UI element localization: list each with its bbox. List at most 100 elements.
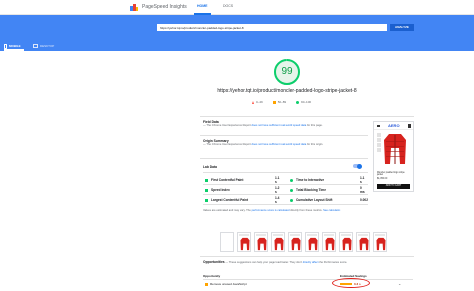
filmstrip-frame bbox=[322, 232, 336, 252]
metric-cls: Cumulative Layout Shift 0.002 bbox=[290, 198, 368, 202]
divider bbox=[203, 204, 368, 205]
calculator-link[interactable]: See calculator. bbox=[323, 209, 341, 212]
origin-summary-desc: — The Chrome User Experience Report bbox=[203, 143, 251, 146]
legend-poor: 0–49 bbox=[252, 100, 263, 104]
tab-desktop-label: DESKTOP bbox=[40, 44, 55, 48]
filmstrip-frame bbox=[356, 232, 370, 252]
metric-tbt: Total Blocking Time 0 ms bbox=[290, 186, 365, 194]
metric-name: First Contentful Paint bbox=[211, 178, 244, 182]
good-square-icon bbox=[205, 198, 208, 202]
note-text-end: directly from these metrics. bbox=[290, 209, 323, 212]
legend-good: 90–100 bbox=[296, 100, 311, 104]
good-circle-icon bbox=[290, 198, 293, 202]
preview-price: $1,050.00 bbox=[377, 178, 388, 180]
metric-speed-index: Speed Index 1.2 s bbox=[205, 186, 279, 194]
preview-add-to-cart: ADD TO CART bbox=[377, 184, 410, 189]
average-square-icon bbox=[205, 283, 208, 286]
opportunities-title: Opportunities bbox=[203, 260, 225, 264]
score-calc-link[interactable]: performance score is calculated bbox=[252, 209, 290, 212]
tab-active-indicator bbox=[4, 49, 24, 51]
filmstrip-frame bbox=[373, 232, 387, 252]
field-data-text: — The Chrome User Experience Report does… bbox=[203, 124, 368, 128]
page-screenshot-preview: AERO Moncler padded logo stripe jacket $… bbox=[373, 121, 414, 192]
jacket-image bbox=[384, 134, 406, 164]
metric-name: Time to Interactive bbox=[296, 178, 325, 182]
tested-url: https://yehor.tqt.io/product/moncler-pad… bbox=[217, 88, 357, 94]
metric-value: 1.2 s bbox=[275, 186, 280, 194]
menu-icon bbox=[377, 125, 380, 127]
metric-value: 1.1 s bbox=[275, 176, 280, 184]
divider bbox=[203, 172, 368, 173]
metric-tti: Time to Interactive 1.1 s bbox=[290, 176, 364, 184]
field-data-link[interactable]: does not have sufficient real-world spee… bbox=[252, 124, 307, 127]
metric-name: Total Blocking Time bbox=[296, 188, 326, 192]
triangle-icon bbox=[252, 100, 254, 104]
top-app-bar: PageSpeed Insights HOME DOCS bbox=[0, 0, 474, 15]
metric-value: 0 ms bbox=[360, 186, 365, 194]
origin-summary-link[interactable]: does not have sufficient real-world spee… bbox=[252, 143, 307, 146]
opportunities-desc: — These suggestions can help your page l… bbox=[225, 261, 302, 264]
app-title[interactable]: PageSpeed Insights bbox=[142, 4, 187, 10]
metric-lcp: Largest Contentful Paint 1.4 s bbox=[205, 196, 279, 204]
divider bbox=[200, 256, 414, 257]
circle-icon bbox=[296, 100, 300, 104]
legend-poor-label: 0–49 bbox=[256, 100, 263, 104]
divider bbox=[200, 116, 414, 117]
monitor-icon bbox=[33, 44, 38, 48]
filmstrip-frame bbox=[254, 232, 268, 252]
pagespeed-logo-icon[interactable] bbox=[130, 4, 138, 11]
preview-header: AERO bbox=[374, 122, 413, 130]
metric-fcp: First Contentful Paint 1.1 s bbox=[205, 176, 279, 184]
metric-name: Largest Contentful Paint bbox=[211, 198, 249, 202]
preview-logo: AERO bbox=[388, 123, 400, 128]
highlight-annotation-circle bbox=[332, 278, 370, 288]
filmstrip-frame bbox=[220, 232, 234, 252]
col-opportunity: Opportunity bbox=[203, 274, 221, 278]
legend-good-label: 90–100 bbox=[301, 100, 312, 104]
divider bbox=[200, 158, 368, 159]
good-square-icon bbox=[205, 178, 208, 182]
good-square-icon bbox=[205, 188, 208, 192]
divider bbox=[203, 194, 368, 195]
filmstrip-frame bbox=[237, 232, 251, 252]
square-icon bbox=[272, 100, 276, 104]
nav-home-link[interactable]: HOME bbox=[197, 4, 208, 8]
divider bbox=[200, 135, 368, 136]
tab-desktop[interactable]: DESKTOP bbox=[33, 41, 54, 51]
search-band bbox=[0, 15, 474, 51]
chevron-down-icon[interactable]: ⌄ bbox=[398, 281, 401, 286]
bag-icon bbox=[408, 124, 411, 128]
nav-docs-link[interactable]: DOCS bbox=[223, 4, 233, 8]
filmstrip-frame bbox=[339, 232, 353, 252]
filmstrip-frame bbox=[305, 232, 319, 252]
url-input[interactable] bbox=[157, 24, 387, 31]
score-legend: 0–49 50–89 90–100 bbox=[252, 100, 311, 104]
performance-score: 99 bbox=[281, 66, 293, 77]
opportunities-description: Opportunities — These suggestions can he… bbox=[203, 260, 413, 265]
filmstrip-frame bbox=[288, 232, 302, 252]
field-data-desc: — The Chrome User Experience Report bbox=[203, 124, 251, 127]
legend-average-label: 50–89 bbox=[277, 100, 287, 104]
origin-summary-desc-end: for this origin. bbox=[307, 143, 324, 146]
metric-value: 0.002 bbox=[360, 198, 368, 202]
good-circle-icon bbox=[290, 178, 293, 182]
preview-product-title: Moncler padded logo stripe jacket bbox=[377, 172, 405, 176]
opportunity-row-label[interactable]: Remove unused JavaScript bbox=[210, 282, 247, 286]
analyze-button[interactable]: ANALYZE bbox=[390, 24, 414, 31]
filmstrip-frame bbox=[271, 232, 285, 252]
divider bbox=[203, 184, 368, 185]
opportunities-desc-end: the Performance score. bbox=[319, 261, 348, 264]
preview-thumbnails bbox=[377, 133, 381, 153]
opportunities-link[interactable]: directly affect bbox=[303, 261, 319, 264]
origin-summary-text: — The Chrome User Experience Report does… bbox=[203, 143, 368, 147]
tab-mobile-label: MOBILE bbox=[9, 44, 21, 48]
metric-name: Cumulative Layout Shift bbox=[296, 198, 333, 202]
metrics-expand-toggle[interactable] bbox=[353, 163, 362, 169]
smartphone-icon bbox=[4, 43, 7, 49]
note-text: Values are estimated and may vary. The bbox=[203, 209, 251, 212]
lab-data-note: Values are estimated and may vary. The p… bbox=[203, 209, 373, 213]
divider bbox=[203, 279, 413, 280]
field-data-desc-end: for this page. bbox=[307, 124, 323, 127]
good-circle-icon bbox=[290, 188, 293, 192]
legend-average: 50–89 bbox=[272, 100, 287, 104]
